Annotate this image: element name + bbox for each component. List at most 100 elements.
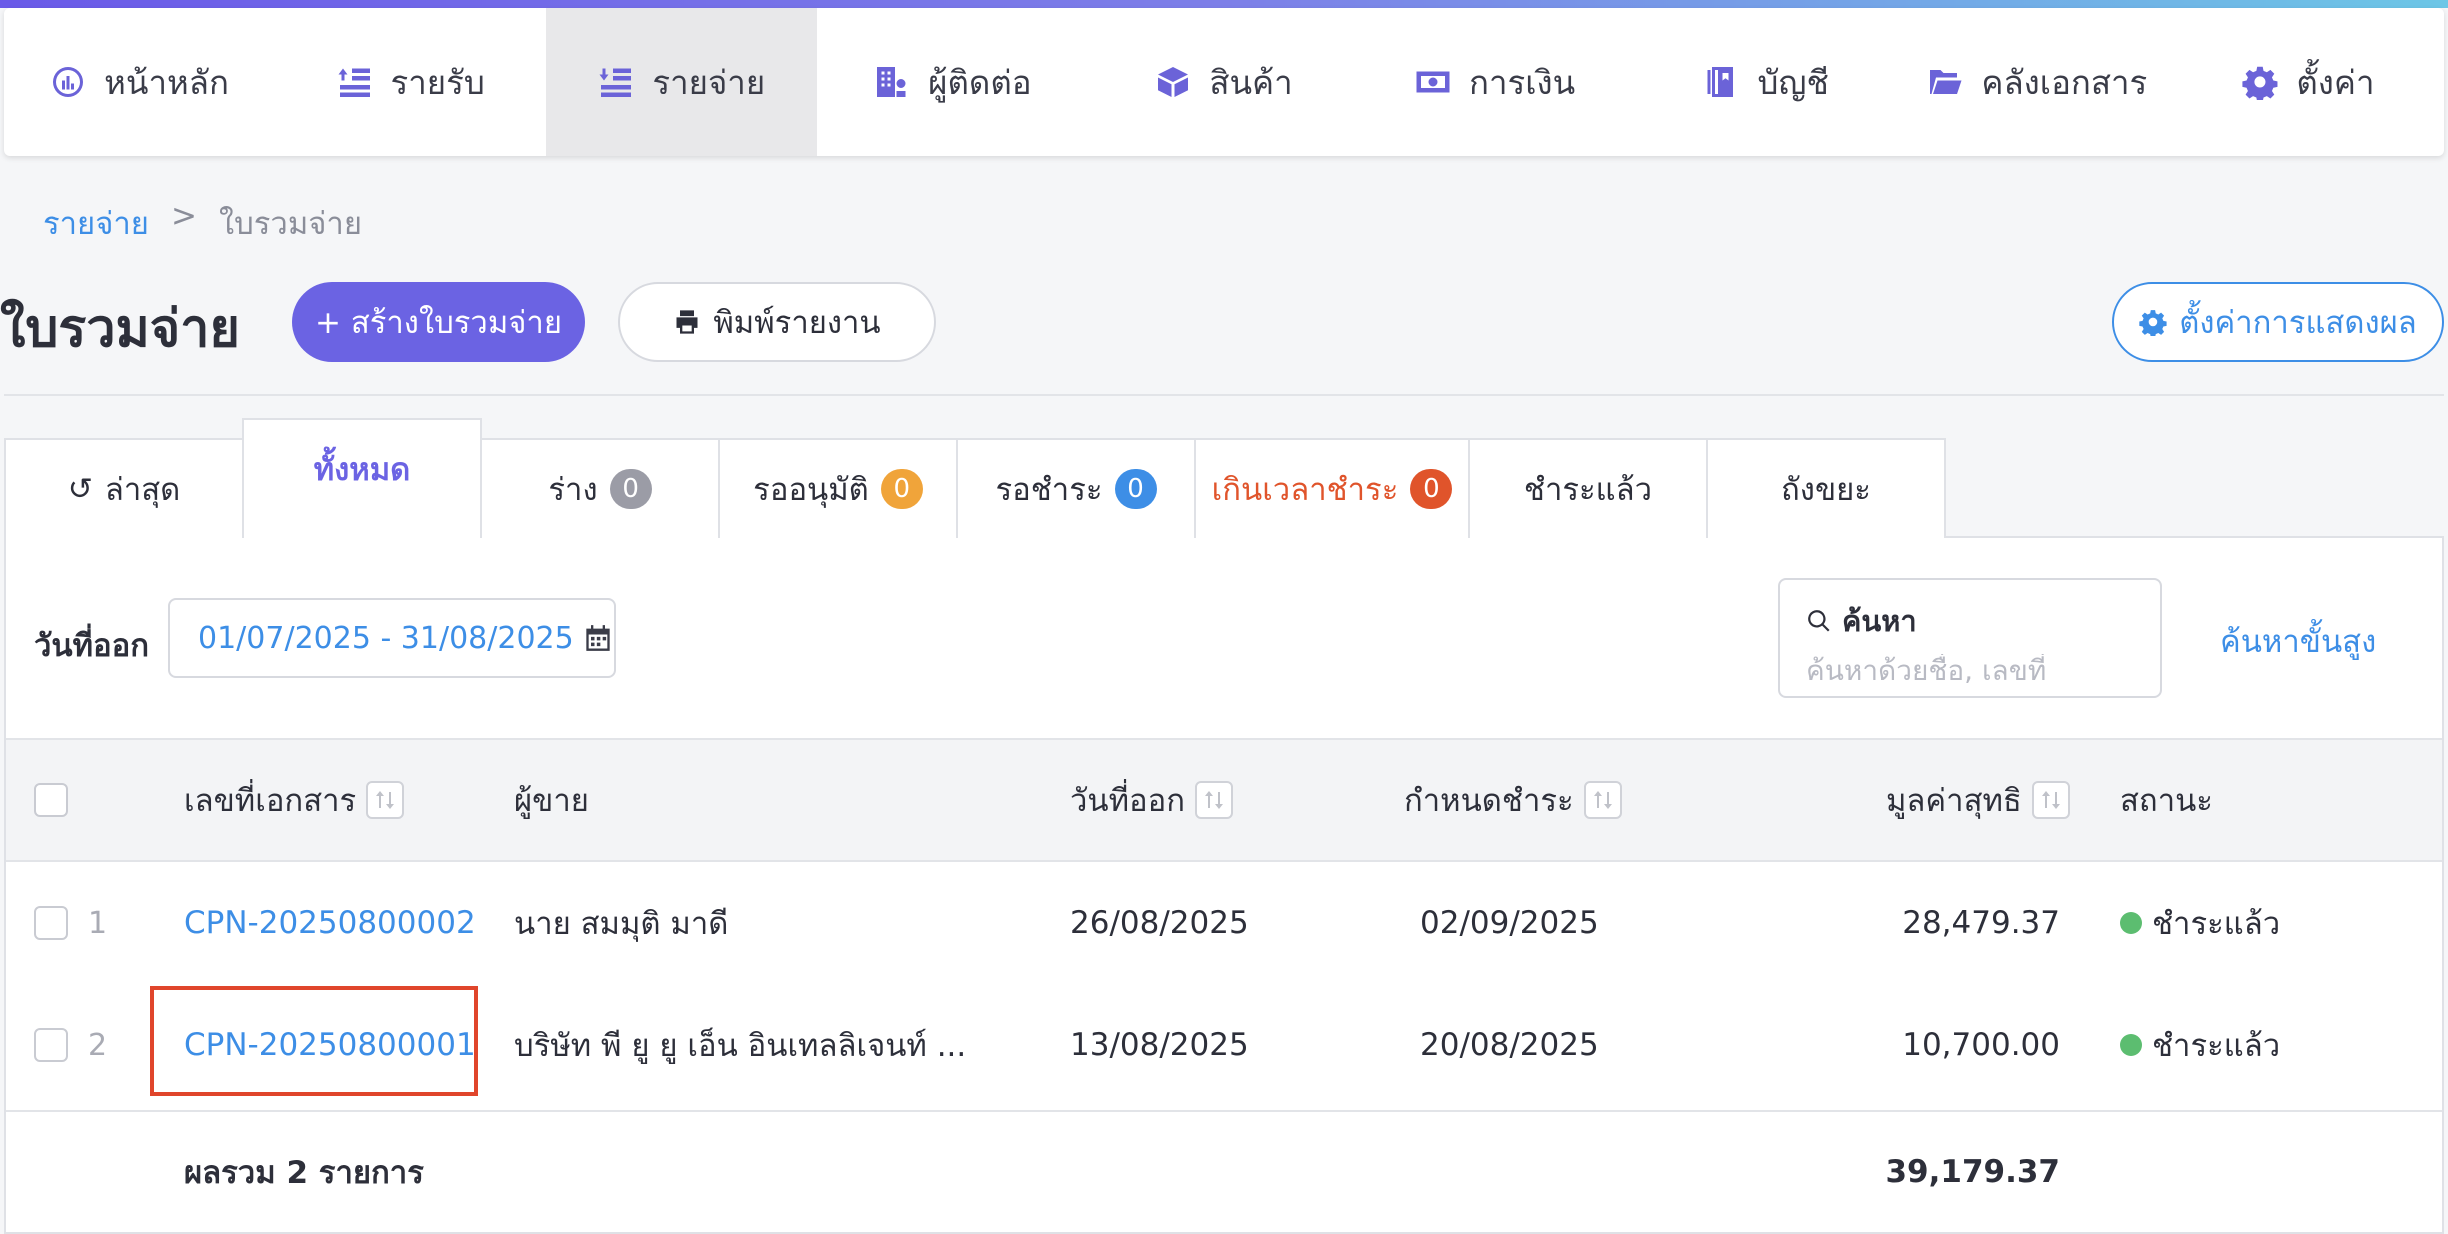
ledger-icon (1707, 67, 1734, 97)
column-header-net-value[interactable]: มูลค่าสุทธิ (1886, 740, 2070, 860)
column-label: เลขที่เอกสาร (184, 783, 357, 819)
nav-item-expense[interactable]: รายจ่าย (546, 8, 818, 156)
gear-icon (2242, 66, 2278, 100)
column-header-issue-date[interactable]: วันที่ออก (1070, 740, 1234, 860)
tab-label: รออนุมัติ (753, 472, 869, 508)
nav-item-accounting[interactable]: บัญชี (1631, 8, 1902, 156)
nav-item-settings[interactable]: ตั้งค่า (2173, 8, 2444, 156)
gear-icon (2139, 310, 2167, 336)
breadcrumb-separator: > (170, 198, 197, 234)
tab-label: ล่าสุด (104, 472, 181, 508)
vendor-cell: นาย สมมุติ มาดี (514, 906, 729, 942)
net-value: 28,479.37 (1902, 905, 2060, 941)
tab-latest[interactable]: ↺ ล่าสุด (4, 438, 244, 538)
breadcrumb-parent-link[interactable]: รายจ่าย (43, 198, 149, 248)
tab-label: รอชำระ (995, 472, 1103, 508)
column-label: ผู้ขาย (514, 783, 589, 819)
calendar-icon (586, 625, 610, 651)
sort-icon[interactable] (1583, 781, 1622, 819)
total-label: ผลรวม 2 รายการ (184, 1155, 424, 1191)
create-button[interactable]: + สร้างใบรวมจ่าย (292, 282, 585, 362)
create-button-label: + สร้างใบรวมจ่าย (315, 305, 562, 341)
tab-all[interactable]: ทั้งหมด (242, 418, 482, 538)
contacts-icon (877, 67, 906, 97)
column-header-doc-no[interactable]: เลขที่เอกสาร (184, 740, 405, 860)
select-all-cell (34, 740, 68, 860)
tab-paid[interactable]: ชำระแล้ว (1468, 438, 1708, 538)
search-input[interactable] (1806, 654, 2134, 687)
column-label: มูลค่าสุทธิ (1886, 783, 2022, 819)
tab-label: เกินเวลาชำระ (1211, 472, 1399, 508)
tab-label: ชำระแล้ว (1523, 472, 1653, 508)
row-number: 2 (88, 1027, 108, 1063)
highlight-box (150, 986, 478, 1096)
nav-item-label: การเงิน (1469, 62, 1576, 102)
nav-item-contacts[interactable]: ผู้ติดต่อ (817, 8, 1088, 156)
status-label: ชำระแล้ว (2152, 906, 2281, 942)
count-badge: 0 (880, 469, 923, 509)
status-cell: ชำระแล้ว (2120, 984, 2280, 1106)
vendor-cell: บริษัท พี ยู ยู เอ็น อินเทลลิเจนท์ ... (514, 1028, 967, 1064)
breadcrumb-current: ใบรวมจ่าย (218, 206, 362, 242)
display-settings-button[interactable]: ตั้งค่าการแสดงผล (2112, 282, 2444, 362)
nav-item-label: บัญชี (1757, 62, 1829, 102)
total-row: ผลรวม 2 รายการ 39,179.37 (6, 1110, 2442, 1234)
column-label: วันที่ออก (1070, 783, 1186, 819)
nav-item-label: สินค้า (1209, 62, 1293, 102)
count-badge: 0 (609, 469, 652, 509)
nav-item-label: คลังเอกสาร (1981, 62, 2148, 102)
sort-icon[interactable] (1195, 781, 1234, 819)
count-badge: 0 (1114, 469, 1157, 509)
column-header-due-date[interactable]: กำหนดชำระ (1404, 740, 1622, 860)
search-box[interactable]: ค้นหา (1778, 578, 2162, 698)
tab-overdue[interactable]: เกินเวลาชำระ 0 (1194, 438, 1470, 538)
row-select-cell: 1 (34, 862, 107, 984)
select-all-checkbox[interactable] (34, 783, 68, 817)
nav-item-label: รายรับ (390, 62, 485, 102)
table-row[interactable]: 1 CPN-20250800002 นาย สมมุติ มาดี 26/08/… (6, 862, 2442, 984)
dashboard-icon (53, 67, 84, 97)
status-tabs: ↺ ล่าสุด ทั้งหมด ร่าง 0 รออนุมัติ 0 รอชำ… (4, 418, 1946, 538)
row-checkbox[interactable] (34, 1028, 68, 1062)
column-header-vendor: ผู้ขาย (514, 740, 589, 860)
nav-item-income[interactable]: รายรับ (275, 8, 546, 156)
doc-number-link[interactable]: CPN-20250800002 (184, 862, 476, 984)
nav-item-label: ผู้ติดต่อ (928, 62, 1032, 102)
column-label: กำหนดชำระ (1404, 783, 1574, 819)
main-nav: หน้าหลัก รายรับ รายจ่าย ผู้ติดต่อ สินค้า… (4, 8, 2444, 156)
tab-awaiting-approval[interactable]: รออนุมัติ 0 (718, 438, 958, 538)
status-dot-icon (2120, 912, 2142, 934)
print-report-button[interactable]: พิมพ์รายงาน (618, 282, 936, 362)
nav-item-products[interactable]: สินค้า (1088, 8, 1359, 156)
tab-draft[interactable]: ร่าง 0 (480, 438, 720, 538)
net-value-cell: 10,700.00 (1806, 984, 2060, 1106)
nav-item-home[interactable]: หน้าหลัก (4, 8, 275, 156)
status-cell: ชำระแล้ว (2120, 862, 2280, 984)
total-value: 39,179.37 (1885, 1154, 2060, 1190)
row-checkbox[interactable] (34, 906, 68, 940)
date-filter-label: วันที่ออก (34, 628, 150, 664)
printer-icon (676, 310, 698, 334)
print-button-label: พิมพ์รายงาน (713, 305, 881, 341)
sort-icon[interactable] (2031, 781, 2070, 819)
table-header: เลขที่เอกสาร ผู้ขาย วันที่ออก กำหนดชำระ … (6, 738, 2442, 862)
due-date-cell: 02/09/2025 (1420, 905, 1599, 941)
status-label: ชำระแล้ว (2152, 1028, 2281, 1064)
date-range-value: 01/07/2025 - 31/08/2025 (198, 620, 574, 656)
status-dot-icon (2120, 1034, 2142, 1056)
box-icon (1158, 67, 1189, 97)
nav-item-finance[interactable]: การเงิน (1360, 8, 1631, 156)
tab-trash[interactable]: ถังขยะ (1706, 438, 1946, 538)
date-range-input[interactable]: 01/07/2025 - 31/08/2025 (168, 598, 616, 678)
issue-date-cell: 13/08/2025 (1070, 1027, 1249, 1063)
tab-awaiting-payment[interactable]: รอชำระ 0 (956, 438, 1196, 538)
nav-item-documents[interactable]: คลังเอกสาร (1902, 8, 2173, 156)
advanced-search-link[interactable]: ค้นหาขั้นสูง (2220, 616, 2376, 666)
search-icon (1808, 610, 1830, 632)
nav-item-label: ตั้งค่า (2296, 62, 2375, 102)
due-date-cell: 20/08/2025 (1420, 1027, 1599, 1063)
breadcrumb: รายจ่าย > ใบรวมจ่าย (43, 198, 362, 248)
sort-icon[interactable] (366, 781, 405, 819)
folder-icon (1930, 70, 1962, 94)
search-label: ค้นหา (1842, 604, 1917, 638)
